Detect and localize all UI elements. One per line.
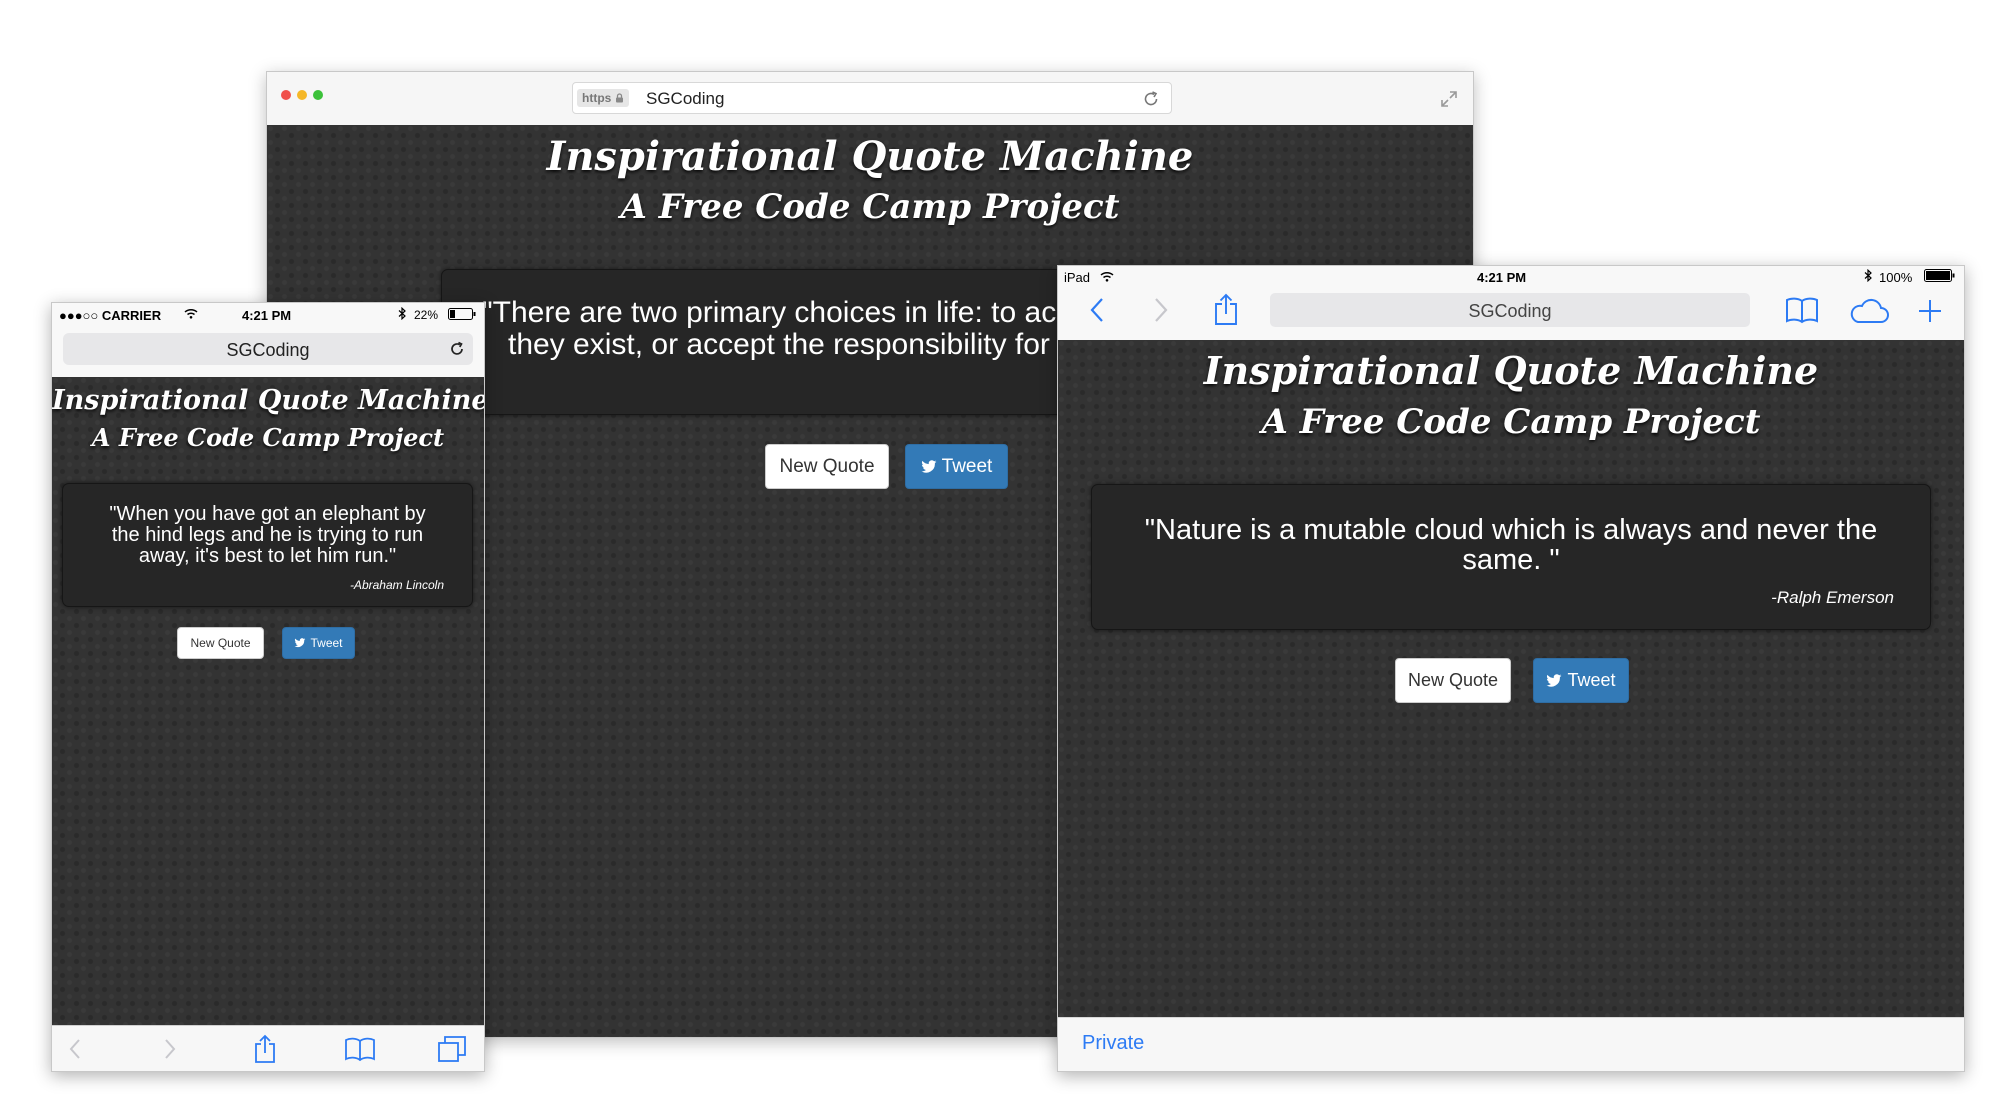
url-scheme-badge: https	[577, 89, 629, 107]
share-icon[interactable]	[1213, 292, 1239, 326]
url-scheme-text: https	[582, 91, 612, 105]
tablet-browser: iPad 4:21 PM 100% SGCoding Inspirational…	[1057, 265, 1965, 1072]
battery-percent: 100%	[1879, 270, 1913, 285]
tablet-url-text: SGCoding	[1468, 301, 1552, 321]
bluetooth-icon	[398, 307, 407, 320]
tweet-button[interactable]: Tweet	[282, 627, 355, 659]
phone-url-text: SGCoding	[226, 340, 310, 360]
new-quote-label: New Quote	[1407, 670, 1499, 690]
page-subtitle: A Free Code Camp Project	[620, 187, 1120, 227]
page-title: Inspirational Quote Machine	[52, 385, 485, 416]
cloud-tabs-icon[interactable]	[1848, 298, 1890, 324]
forward-icon[interactable]	[163, 1038, 177, 1060]
phone-page: Inspirational Quote Machine A Free Code …	[52, 377, 484, 1025]
desktop-browser-toolbar: https SGCoding	[267, 72, 1473, 126]
phone-browser: ●●●○○ CARRIER 4:21 PM 22% SGCoding Inspi…	[51, 302, 485, 1072]
tweet-label: Tweet	[310, 636, 343, 650]
quote-text: "When you have got an elephant by the hi…	[109, 503, 426, 567]
phone-status-bar: ●●●○○ CARRIER 4:21 PM 22%	[52, 303, 484, 325]
new-quote-button[interactable]: New Quote	[765, 444, 889, 489]
minimize-window-button[interactable]	[297, 90, 307, 100]
quote-author: -Abraham Lincoln	[349, 578, 444, 592]
battery-icon	[1924, 269, 1956, 282]
desktop-address-bar[interactable]: https SGCoding	[572, 82, 1172, 114]
reload-icon[interactable]	[1141, 89, 1161, 109]
new-tab-icon[interactable]	[1917, 298, 1943, 324]
phone-address-bar[interactable]: SGCoding	[63, 333, 473, 365]
battery-percent: 22%	[414, 308, 439, 322]
tweet-button[interactable]: Tweet	[905, 444, 1008, 489]
page-subtitle: A Free Code Camp Project	[1261, 402, 1761, 442]
twitter-bird-icon	[1546, 673, 1562, 688]
status-time: 4:21 PM	[1477, 270, 1527, 285]
new-quote-button[interactable]: New Quote	[1395, 658, 1511, 703]
bookmarks-icon[interactable]	[344, 1036, 376, 1062]
page-title: Inspirational Quote Machine	[546, 133, 1194, 180]
bluetooth-icon	[1864, 269, 1873, 282]
device-label: iPad	[1064, 270, 1091, 285]
back-icon[interactable]	[68, 1038, 82, 1060]
close-window-button[interactable]	[281, 90, 291, 100]
carrier-label: ●●●○○ CARRIER	[59, 308, 162, 323]
page-title: Inspirational Quote Machine	[1203, 348, 1819, 393]
quote-box: "When you have got an elephant by the hi…	[62, 483, 473, 607]
reload-icon[interactable]	[448, 340, 466, 358]
quote-author: -Ralph Emerson	[1771, 588, 1894, 607]
quote-text-line-1: "There are two primary choices in life: …	[482, 296, 1072, 329]
lock-icon	[615, 93, 624, 103]
tabs-icon[interactable]	[437, 1035, 467, 1063]
new-quote-button[interactable]: New Quote	[177, 627, 264, 659]
twitter-bird-icon	[294, 638, 306, 648]
desktop-url-text: SGCoding	[646, 89, 725, 108]
forward-icon[interactable]	[1152, 296, 1170, 324]
wifi-icon	[1100, 271, 1114, 282]
quote-box: "Nature is a mutable cloud which is alwa…	[1091, 484, 1931, 630]
share-icon[interactable]	[253, 1034, 277, 1064]
wifi-icon	[184, 308, 198, 319]
new-quote-label: New Quote	[779, 455, 875, 477]
quote-text-line-2: they exist, or accept the responsibility…	[508, 328, 1074, 361]
tweet-label: Tweet	[941, 455, 993, 477]
twitter-bird-icon	[921, 459, 937, 474]
tablet-status-bar: iPad 4:21 PM 100%	[1058, 266, 1964, 286]
fullscreen-icon[interactable]	[1439, 89, 1459, 109]
tweet-label: Tweet	[1567, 670, 1616, 690]
battery-icon	[448, 308, 476, 320]
back-icon[interactable]	[1088, 296, 1106, 324]
quote-text: "Nature is a mutable cloud which is alwa…	[1144, 514, 1878, 577]
bookmarks-icon[interactable]	[1785, 296, 1819, 324]
page-subtitle: A Free Code Camp Project	[91, 423, 445, 452]
tablet-page: Inspirational Quote Machine A Free Code …	[1058, 340, 1964, 1017]
new-quote-label: New Quote	[190, 636, 251, 650]
zoom-window-button[interactable]	[313, 90, 323, 100]
tweet-button[interactable]: Tweet	[1533, 658, 1629, 703]
phone-bottom-toolbar	[52, 1025, 484, 1071]
private-browsing-button[interactable]: Private	[1082, 1032, 1144, 1055]
tablet-address-bar[interactable]: SGCoding	[1270, 293, 1750, 327]
status-time: 4:21 PM	[242, 308, 292, 323]
tablet-bottom-bar: Private	[1058, 1017, 1964, 1071]
